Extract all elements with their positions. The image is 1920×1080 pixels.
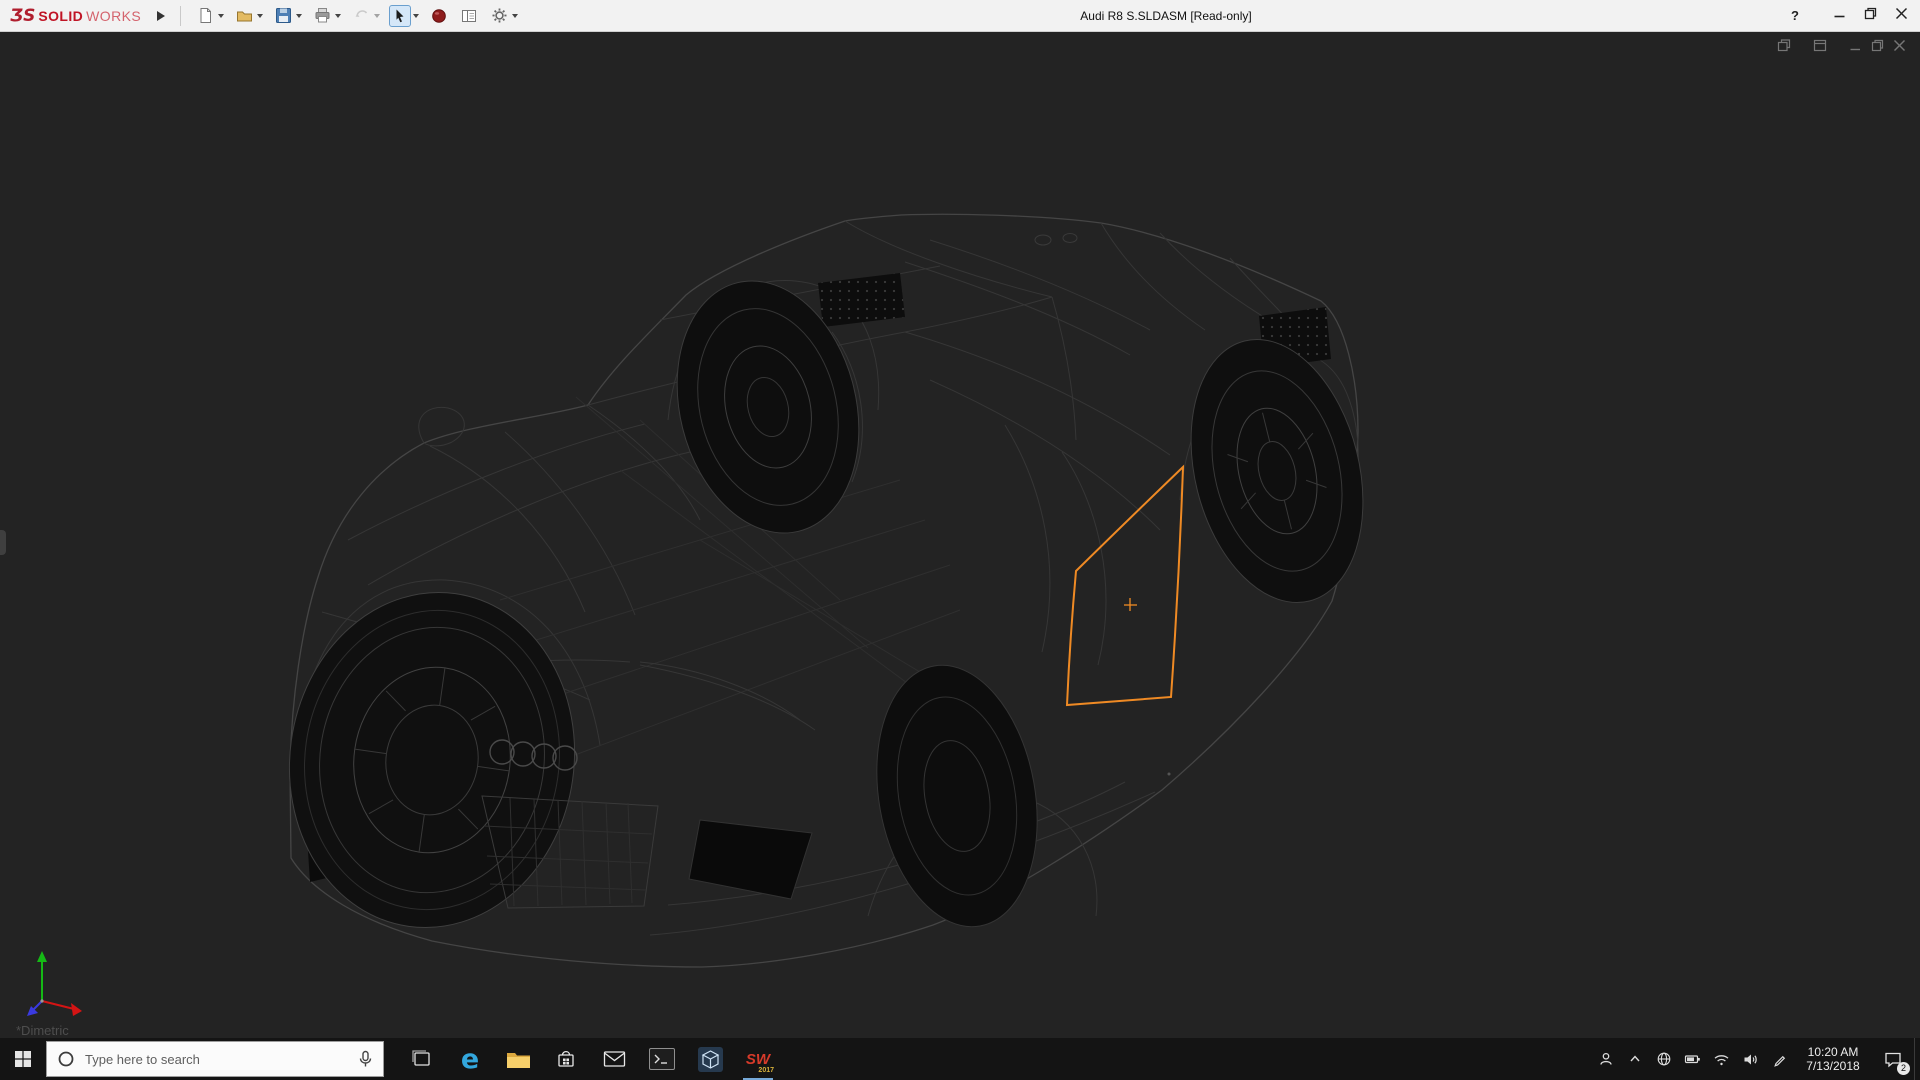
close-button[interactable] [1895, 7, 1908, 25]
hidden-icons-button[interactable] [1620, 1038, 1649, 1080]
solidworks-app-button[interactable]: SW 2017 [734, 1038, 782, 1080]
selected-face-highlight [1067, 467, 1183, 705]
minimize-button[interactable] [1833, 7, 1846, 25]
wifi-button[interactable] [1707, 1038, 1736, 1080]
menu-flyout-button[interactable] [151, 5, 171, 27]
sphere-tool-button[interactable] [426, 4, 452, 28]
doc-restore-button[interactable] [1871, 39, 1884, 57]
command-prompt-button[interactable] [638, 1038, 686, 1080]
orientation-triad-icon [27, 951, 82, 1016]
titlebar: ƷS SOLIDWORKS [0, 0, 1920, 32]
taskbar-clock[interactable]: 10:20 AM 7/13/2018 [1794, 1045, 1872, 1073]
dropdown-caret[interactable] [218, 14, 224, 18]
notification-badge: 2 [1897, 1062, 1910, 1075]
new-window-button[interactable] [1777, 39, 1791, 57]
red-sphere-icon [429, 6, 449, 26]
terminal-icon [649, 1048, 675, 1070]
panel-icon [459, 6, 479, 26]
taskbar-apps: e [398, 1038, 782, 1080]
file-explorer-button[interactable] [494, 1038, 542, 1080]
action-center-button[interactable]: 2 [1872, 1038, 1914, 1080]
wifi-icon [1713, 1052, 1730, 1067]
pen-button[interactable] [1765, 1038, 1794, 1080]
clock-time: 10:20 AM [1794, 1045, 1872, 1059]
doc-minimize-button[interactable] [1849, 39, 1862, 57]
new-document-button[interactable] [192, 4, 227, 28]
file-explorer-icon [506, 1049, 531, 1070]
solidworks-2017-icon: SW 2017 [742, 1044, 774, 1074]
rear-right-wheel [1165, 321, 1389, 621]
select-cursor-icon [390, 6, 410, 26]
feature-manager-collapsed-tab[interactable] [0, 530, 6, 555]
dropdown-caret[interactable] [413, 14, 419, 18]
view-orientation-label: *Dimetric [16, 1023, 69, 1038]
save-icon [273, 6, 293, 26]
system-tray [1591, 1038, 1794, 1080]
task-pane-button[interactable] [456, 4, 482, 28]
cortana-circle-icon [57, 1050, 75, 1068]
people-button[interactable] [1591, 1038, 1620, 1080]
cad-viewer-button[interactable] [686, 1038, 734, 1080]
store-button[interactable] [542, 1038, 590, 1080]
brand-works-text: WORKS [86, 8, 141, 24]
search-input[interactable] [83, 1051, 350, 1068]
cube-app-icon [698, 1047, 723, 1072]
speaker-icon [1742, 1052, 1759, 1067]
document-window-controls [1777, 39, 1906, 57]
battery-icon [1684, 1052, 1701, 1066]
open-button[interactable] [231, 4, 266, 28]
dropdown-caret[interactable] [257, 14, 263, 18]
edge-browser-button[interactable]: e [446, 1038, 494, 1080]
mail-icon [603, 1050, 626, 1068]
tile-window-button[interactable] [1813, 39, 1827, 57]
solidworks-logo: ƷS SOLIDWORKS [0, 6, 151, 26]
start-button[interactable] [0, 1038, 46, 1080]
dropdown-caret[interactable] [335, 14, 341, 18]
dropdown-caret[interactable] [374, 14, 380, 18]
mail-button[interactable] [590, 1038, 638, 1080]
front-right-wheel [857, 652, 1056, 939]
store-bag-icon [555, 1048, 577, 1070]
windows-taskbar: e [0, 1038, 1920, 1080]
pen-icon [1772, 1052, 1787, 1067]
people-icon [1598, 1051, 1614, 1067]
print-icon [312, 6, 332, 26]
help-button[interactable]: ? [1791, 8, 1799, 23]
select-tool-button[interactable] [387, 4, 422, 28]
doc-close-button[interactable] [1893, 39, 1906, 57]
3d-viewport-canvas[interactable] [0, 32, 1920, 1038]
flyout-icon [157, 11, 165, 21]
network-button[interactable] [1649, 1038, 1678, 1080]
dropdown-caret[interactable] [296, 14, 302, 18]
front-left-wheel [268, 574, 596, 946]
document-title: Audi R8 S.SLDASM [Read-only] [1080, 9, 1251, 23]
options-button[interactable] [486, 4, 521, 28]
undo-icon [351, 6, 371, 26]
chevron-up-icon [1628, 1052, 1642, 1066]
show-desktop-button[interactable] [1914, 1038, 1920, 1080]
undo-button[interactable] [348, 4, 383, 28]
print-button[interactable] [309, 4, 344, 28]
task-view-icon [411, 1049, 433, 1069]
battery-button[interactable] [1678, 1038, 1707, 1080]
window-controls: ? [1791, 7, 1920, 25]
open-folder-icon [234, 6, 254, 26]
graphics-viewport[interactable]: *Dimetric [0, 32, 1920, 1038]
gear-icon [489, 6, 509, 26]
toolbar-divider [180, 6, 181, 26]
globe-icon [1656, 1051, 1672, 1067]
restore-button[interactable] [1864, 7, 1877, 25]
brand-solid-text: SOLID [38, 8, 83, 24]
volume-button[interactable] [1736, 1038, 1765, 1080]
clock-date: 7/13/2018 [1794, 1059, 1872, 1073]
dassault-logo-icon: ƷS [10, 6, 35, 26]
save-button[interactable] [270, 4, 305, 28]
edge-icon: e [461, 1046, 479, 1073]
mic-icon[interactable] [358, 1050, 373, 1068]
task-view-button[interactable] [398, 1038, 446, 1080]
taskbar-search-box[interactable] [46, 1041, 384, 1077]
windows-logo-icon [14, 1050, 32, 1068]
new-document-icon [195, 6, 215, 26]
dropdown-caret[interactable] [512, 14, 518, 18]
